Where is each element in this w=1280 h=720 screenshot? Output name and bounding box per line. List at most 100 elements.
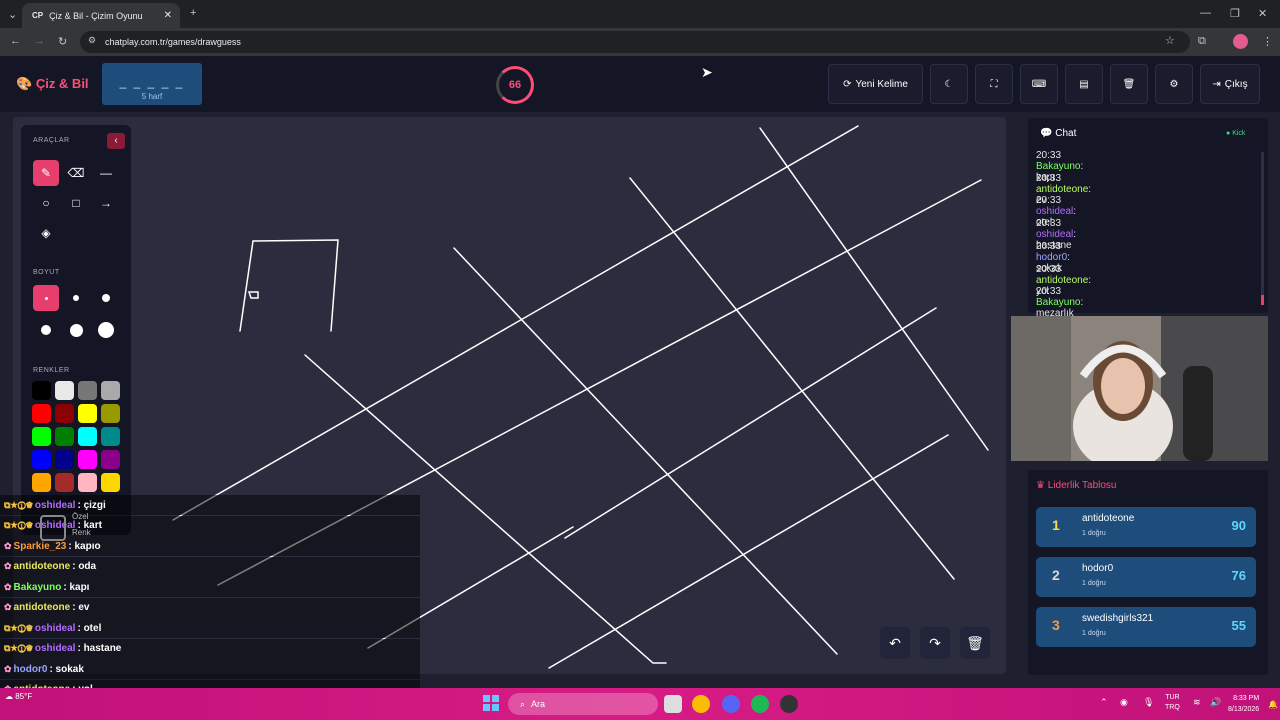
close-tab-icon[interactable]: ✕ xyxy=(164,10,172,21)
eraser-tool[interactable]: ⌫ xyxy=(63,160,89,186)
bookmark-star-icon[interactable]: ☆ xyxy=(1165,34,1175,47)
archive-button[interactable]: ▤ xyxy=(1065,64,1103,104)
redo-button[interactable]: ↷ xyxy=(920,627,950,659)
color-swatch[interactable] xyxy=(78,427,97,446)
chat-user[interactable]: Bakayuno xyxy=(1036,297,1080,308)
chat-scroll-thumb[interactable] xyxy=(1261,295,1264,305)
color-swatch[interactable] xyxy=(55,381,74,400)
maximize-icon[interactable]: ❐ xyxy=(1230,7,1240,20)
tray-chevron-icon[interactable]: ⌃ xyxy=(1100,697,1108,708)
chat-user[interactable]: oshideal xyxy=(1036,206,1073,217)
chat-scrollbar[interactable] xyxy=(1261,152,1264,297)
brush-tool[interactable]: ✎ xyxy=(33,160,59,186)
browser-tab[interactable]: CP Çiz & Bil - Çizim Oyunu ✕ xyxy=(22,3,180,28)
overlay-chat-message: ✿ hodor0: sokak xyxy=(0,659,420,679)
fullscreen-button[interactable]: ⛶ xyxy=(975,64,1013,104)
color-swatch[interactable] xyxy=(32,473,51,492)
new-tab-icon[interactable]: + xyxy=(190,7,196,19)
taskbar-search[interactable]: ⌕ Ara xyxy=(508,693,658,715)
back-icon[interactable]: ← xyxy=(10,35,21,47)
size-6-button[interactable] xyxy=(93,317,119,343)
profile-avatar[interactable] xyxy=(1233,34,1248,49)
microphone-icon[interactable]: 🎙 xyxy=(1143,697,1154,708)
network-tray-icon[interactable]: ◉ xyxy=(1120,697,1128,708)
window-close-icon[interactable]: ✕ xyxy=(1258,7,1267,20)
leaderboard-name: swedishgirls321 xyxy=(1082,613,1154,624)
reload-icon[interactable]: ↻ xyxy=(58,35,67,48)
chat-user[interactable]: oshideal xyxy=(1036,229,1073,240)
color-swatch[interactable] xyxy=(32,404,51,423)
tab-list-icon[interactable]: ⌄ xyxy=(8,8,17,21)
color-swatch[interactable] xyxy=(101,473,120,492)
chat-user[interactable]: Bakayuno xyxy=(1036,161,1080,172)
custom-color-button[interactable] xyxy=(40,515,66,541)
file-explorer-icon[interactable] xyxy=(664,695,682,713)
color-swatch[interactable] xyxy=(101,450,120,469)
minimize-icon[interactable]: — xyxy=(1200,7,1211,19)
keyboard-button[interactable]: ⌨ xyxy=(1020,64,1058,104)
color-swatch[interactable] xyxy=(55,404,74,423)
trash-icon: 🗑 xyxy=(966,634,984,651)
color-swatch[interactable] xyxy=(78,450,97,469)
color-swatch[interactable] xyxy=(32,381,51,400)
color-swatch[interactable] xyxy=(101,381,120,400)
chat-time: 20:33 xyxy=(1036,218,1062,230)
size-3-button[interactable] xyxy=(93,285,119,311)
color-swatch[interactable] xyxy=(78,404,97,423)
size-4-button[interactable] xyxy=(33,317,59,343)
dark-mode-button[interactable]: ☾ xyxy=(930,64,968,104)
undo-button[interactable]: ↶ xyxy=(880,627,910,659)
menu-kebab-icon[interactable]: ⋮ xyxy=(1262,35,1273,48)
language-indicator[interactable]: TUR TRQ xyxy=(1165,693,1180,713)
circle-tool[interactable]: ○ xyxy=(33,190,59,216)
chat-user[interactable]: hodor0 xyxy=(1036,252,1067,263)
chrome-icon[interactable] xyxy=(692,695,710,713)
extensions-icon[interactable]: ⧉ xyxy=(1198,35,1206,48)
settings-button[interactable]: ⚙ xyxy=(1155,64,1193,104)
spotify-icon[interactable] xyxy=(751,695,769,713)
color-swatch[interactable] xyxy=(55,450,74,469)
notification-icon[interactable]: 🔔 xyxy=(1268,700,1278,709)
exit-button[interactable]: ⇥ Çıkış xyxy=(1200,64,1260,104)
size-1-button[interactable] xyxy=(33,285,59,311)
size-2-button[interactable] xyxy=(63,285,89,311)
weather-widget[interactable]: ☁ 85°F xyxy=(5,692,32,701)
trash-button[interactable]: 🗑 xyxy=(1110,64,1148,104)
overlay-chat-message: ✿ antidoteone: ev xyxy=(0,597,420,618)
fill-tool[interactable]: ◈ xyxy=(33,220,59,246)
overlay-text: : kapıo xyxy=(68,540,101,552)
colors-label: RENKLER xyxy=(33,367,70,374)
url-input[interactable]: chatplay.com.tr/games/drawguess xyxy=(80,31,1190,53)
volume-icon[interactable]: 🔊 xyxy=(1210,697,1221,708)
obs-icon[interactable] xyxy=(780,695,798,713)
forward-icon[interactable]: → xyxy=(34,35,45,47)
chat-user[interactable]: antidoteone xyxy=(1036,184,1088,195)
color-swatch[interactable] xyxy=(101,404,120,423)
chat-user[interactable]: antidoteone xyxy=(1036,275,1088,286)
brush-icon: ✎ xyxy=(40,166,52,180)
start-button[interactable] xyxy=(483,695,499,711)
color-swatch[interactable] xyxy=(101,427,120,446)
leaderboard-score: 55 xyxy=(1231,618,1246,633)
color-swatch[interactable] xyxy=(32,427,51,446)
site-info-icon[interactable]: ⚙ xyxy=(88,35,96,46)
clock[interactable]: 8:33 PM 8/13/2026 xyxy=(1228,693,1259,715)
rectangle-tool[interactable]: □ xyxy=(63,190,89,216)
word-blanks: _ _ _ _ _ xyxy=(119,75,185,89)
collapse-panel-button[interactable]: ‹ xyxy=(107,133,125,149)
chat-header: 💬 Chat xyxy=(1040,128,1076,139)
badge-icons: ⧉★⓵♛ xyxy=(4,643,33,653)
leaderboard-name: antidoteone xyxy=(1082,513,1135,524)
color-swatch[interactable] xyxy=(32,450,51,469)
arrow-tool[interactable]: → xyxy=(93,190,119,216)
discord-icon[interactable] xyxy=(722,695,740,713)
color-swatch[interactable] xyxy=(78,473,97,492)
size-5-button[interactable] xyxy=(63,317,89,343)
color-swatch[interactable] xyxy=(78,381,97,400)
wifi-icon[interactable]: ≋ xyxy=(1193,697,1201,708)
color-swatch[interactable] xyxy=(55,473,74,492)
new-word-button[interactable]: ⟳ Yeni Kelime xyxy=(828,64,923,104)
clear-canvas-button[interactable]: 🗑 xyxy=(960,627,990,659)
color-swatch[interactable] xyxy=(55,427,74,446)
line-tool[interactable]: — xyxy=(93,160,119,186)
